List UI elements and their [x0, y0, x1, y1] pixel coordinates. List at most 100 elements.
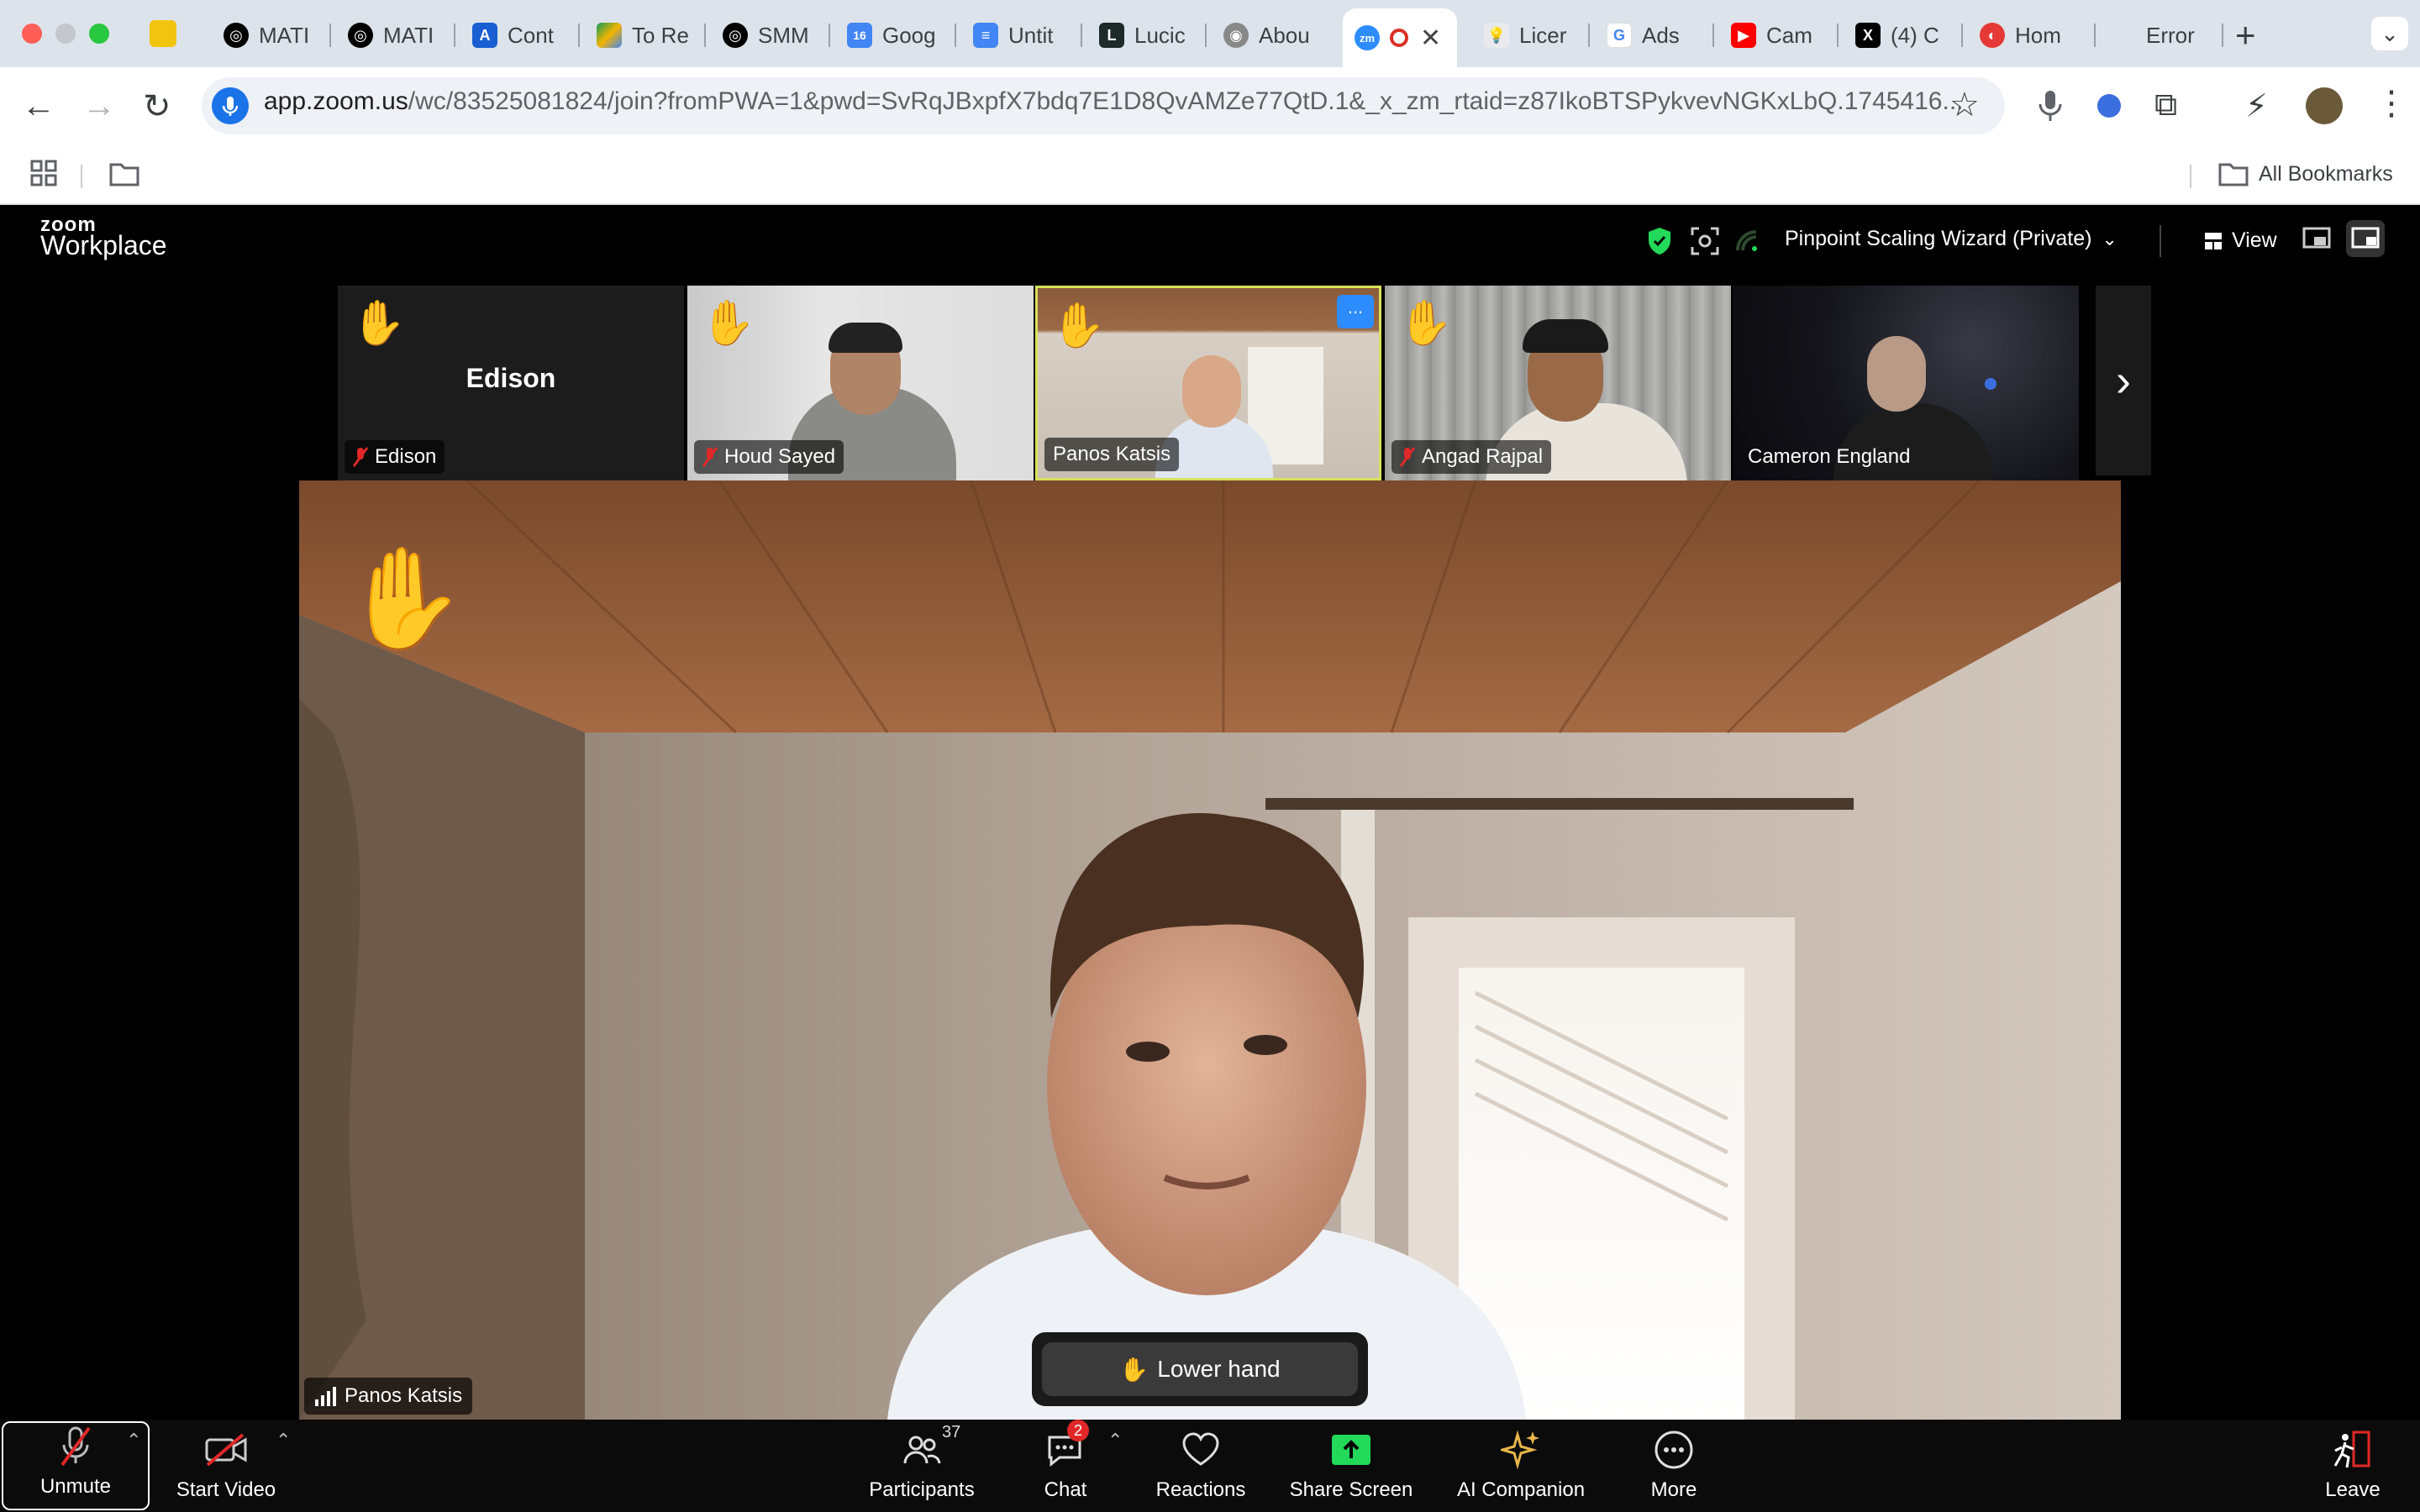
participant-name: Panos Katsis [1053, 443, 1171, 465]
participants-count: 37 [942, 1423, 961, 1441]
extension-circle-icon[interactable] [2097, 94, 2121, 118]
browser-tab[interactable]: ◉ Abou [1212, 10, 1316, 60]
grid-view-icon [2205, 232, 2222, 249]
performance-icon[interactable]: ⚡ [2245, 87, 2268, 125]
microphone-icon[interactable] [2037, 87, 2064, 129]
browser-tab[interactable]: ▶ Cam [1719, 10, 1823, 60]
drive-icon [597, 23, 622, 48]
browser-tab[interactable]: To Re [585, 10, 689, 60]
tab-label: Untit [1008, 22, 1054, 48]
forward-icon[interactable]: → [82, 87, 116, 125]
tab-label: Licer [1519, 22, 1567, 48]
tab-divider [1961, 24, 1963, 47]
bookmark-star-icon[interactable]: ☆ [1949, 86, 1980, 124]
lower-hand-panel: ✋ Lower hand [1032, 1332, 1368, 1406]
raised-hand-icon: ✋ [343, 543, 466, 654]
share-screen-label: Share Screen [1289, 1478, 1413, 1501]
focus-frame-icon[interactable] [1691, 227, 1719, 260]
apps-grid-icon[interactable] [30, 160, 57, 191]
raised-hand-icon: ✋ [701, 299, 755, 348]
participants-button[interactable]: 37 Participants [859, 1420, 985, 1512]
lower-hand-button[interactable]: ✋ Lower hand [1042, 1342, 1358, 1396]
share-screen-button[interactable]: Share Screen [1282, 1420, 1420, 1512]
url-text[interactable]: app.zoom.us/wc/83525081824/join?fromPWA=… [264, 87, 1964, 116]
browser-tab[interactable]: X (4) C [1844, 10, 1948, 60]
view-button[interactable]: View [2203, 228, 2277, 253]
participant-name: Edison [375, 445, 437, 468]
start-video-button[interactable]: Start Video [166, 1420, 286, 1512]
more-button[interactable]: More [1634, 1420, 1714, 1512]
browser-tab[interactable]: 💡 Licer [1472, 10, 1581, 60]
chrome-menu-icon[interactable]: ⋮ [2375, 84, 2408, 123]
calendar-icon: 16 [847, 23, 872, 48]
tab-label: Lucic [1134, 22, 1186, 48]
audio-options-chevron-icon[interactable]: ⌃ [126, 1430, 141, 1452]
participant-name-tag: Edison [345, 440, 445, 474]
participant-turban [1523, 319, 1608, 353]
connection-signal-icon[interactable] [1734, 228, 1760, 258]
pinned-tab-icon[interactable] [150, 20, 176, 47]
ai-companion-button[interactable]: AI Companion [1445, 1420, 1597, 1512]
tab-label: MATI [383, 22, 434, 48]
mic-muted-icon [353, 447, 368, 467]
leave-button[interactable]: Leave [2312, 1420, 2393, 1512]
raised-hand-icon: ✋ [1051, 302, 1106, 350]
all-bookmarks-button[interactable]: All Bookmarks [2218, 161, 2393, 186]
meeting-info-dropdown[interactable]: Pinpoint Scaling Wizard (Private) ⌄ [1785, 227, 2118, 251]
video-options-chevron-icon[interactable]: ⌃ [276, 1430, 291, 1452]
browser-tab[interactable]: 16 Goog [835, 10, 939, 60]
leave-door-icon [2329, 1426, 2376, 1473]
browser-tab[interactable]: Error [2134, 10, 2218, 60]
folder-icon[interactable] [109, 161, 139, 191]
browser-tab[interactable]: ≡ Untit [961, 10, 1065, 60]
bookmarks-divider [81, 165, 82, 188]
close-tab-icon[interactable]: ✕ [1420, 24, 1441, 53]
chevron-down-icon: ⌄ [2102, 228, 2118, 249]
extensions-puzzle-icon[interactable]: ⧉ [2154, 87, 2177, 123]
picture-in-picture-icon[interactable] [2302, 227, 2331, 256]
participant-tile-panos-katsis[interactable]: ✋ ... Panos Katsis [1035, 286, 1381, 480]
browser-tab[interactable]: ◎ MATI [212, 10, 316, 60]
browser-tab-active[interactable]: zm ✕ [1343, 8, 1457, 67]
docs-icon: ≡ [973, 23, 998, 48]
participant-tile-edison[interactable]: ✋ Edison Edison [338, 286, 684, 480]
tab-divider [1588, 24, 1590, 47]
participant-tile-houd-sayed[interactable]: ✋ Houd Sayed [687, 286, 1034, 480]
encryption-shield-icon[interactable] [1647, 227, 1672, 260]
more-options-button[interactable]: ... [1337, 295, 1374, 328]
chat-options-chevron-icon[interactable]: ⌃ [1107, 1430, 1123, 1452]
browser-tab[interactable]: ◎ SMM [711, 10, 815, 60]
mic-permission-icon[interactable] [212, 87, 249, 124]
tab-label: To Re [632, 22, 689, 48]
participant-name: Angad Rajpal [1422, 445, 1544, 468]
back-icon[interactable]: ← [22, 87, 55, 125]
browser-tab[interactable]: L Lucic [1087, 10, 1192, 60]
next-page-button[interactable]: › [2096, 286, 2151, 475]
reactions-button[interactable]: Reactions [1144, 1420, 1257, 1512]
start-video-label: Start Video [176, 1478, 276, 1501]
chat-button[interactable]: 2 Chat [1027, 1420, 1104, 1512]
speaker-video-feed [299, 480, 2121, 1420]
participant-face [1867, 336, 1926, 412]
browser-tab[interactable]: A Cont [460, 10, 565, 60]
google-icon: G [1607, 23, 1632, 48]
new-tab-icon[interactable]: + [2235, 15, 2256, 55]
url-path: /wc/83525081824/join?fromPWA=1&pwd=SvRqJ… [408, 87, 1964, 115]
participant-name-tag: Panos Katsis [1044, 438, 1180, 471]
browser-tab[interactable]: ◎ MATI [336, 10, 440, 60]
participant-tile-angad-rajpal[interactable]: ✋ Angad Rajpal [1385, 286, 1731, 480]
profile-avatar[interactable] [2306, 87, 2343, 124]
minimize-window-button[interactable] [55, 24, 76, 44]
reload-icon[interactable]: ↻ [143, 87, 171, 126]
tab-label: SMM [758, 22, 809, 48]
browser-tab[interactable]: G Ads [1595, 10, 1699, 60]
tab-search-icon[interactable]: ⌄ [2371, 17, 2408, 50]
fullscreen-button[interactable] [2346, 220, 2385, 257]
maximize-window-button[interactable] [89, 24, 109, 44]
more-icon [1650, 1426, 1697, 1473]
browser-tab[interactable]: ◐ Hom [1968, 10, 2072, 60]
participant-tile-cameron-england[interactable]: Cameron England [1733, 286, 2079, 480]
close-window-button[interactable] [22, 24, 42, 44]
tab-divider [454, 24, 455, 47]
participant-display-name: Edison [466, 363, 556, 393]
